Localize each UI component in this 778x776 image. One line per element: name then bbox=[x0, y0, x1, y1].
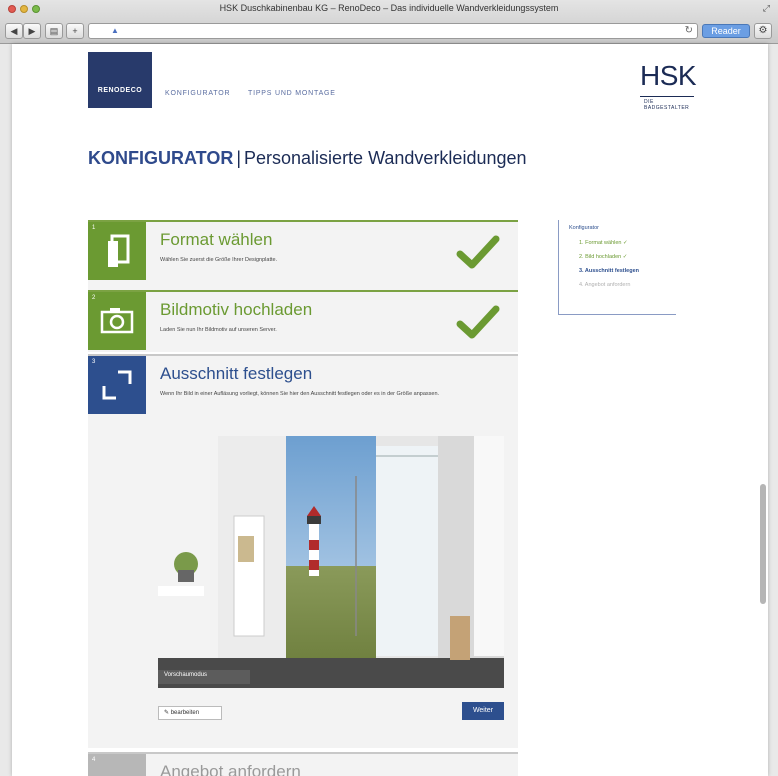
web-page: RENODECO KONFIGURATOR TIPPS UND MONTAGE … bbox=[12, 44, 768, 776]
window-title: HSK Duschkabinenbau KG – RenoDeco – Das … bbox=[219, 3, 559, 13]
reader-button[interactable]: Reader bbox=[702, 24, 750, 38]
step-number: 3 bbox=[92, 359, 96, 365]
step-description: Laden Sie nun Ihr Bildmotiv auf unseren … bbox=[160, 327, 277, 333]
site-header: RENODECO KONFIGURATOR TIPPS UND MONTAGE … bbox=[88, 52, 698, 111]
step-description: Wählen Sie zuerst die Größe Ihrer Design… bbox=[160, 257, 278, 263]
sidebar-item-bild[interactable]: 2. Bild hochladen ✓ bbox=[579, 254, 627, 260]
forward-button[interactable]: ▶ bbox=[23, 23, 41, 39]
offer-icon: 4 bbox=[88, 754, 146, 776]
add-bookmark-button[interactable]: + bbox=[66, 23, 84, 39]
step-bildmotiv[interactable]: 2 Bildmotiv hochladen Laden Sie nun Ihr … bbox=[88, 290, 518, 352]
step-title: Bildmotiv hochladen bbox=[160, 300, 313, 319]
sidebar-title: Konfigurator bbox=[569, 225, 599, 231]
progress-sidebar: Konfigurator 1. Format wählen ✓ 2. Bild … bbox=[558, 220, 676, 315]
sidebar-item-format[interactable]: 1. Format wählen ✓ bbox=[579, 240, 628, 246]
step-format[interactable]: 1 Format wählen Wählen Sie zuerst die Gr… bbox=[88, 220, 518, 290]
step-title: Ausschnitt festlegen bbox=[160, 364, 313, 383]
back-button[interactable]: ◀ bbox=[5, 23, 23, 39]
nav-konfigurator[interactable]: KONFIGURATOR bbox=[165, 90, 230, 97]
page-title-separator: | bbox=[236, 148, 242, 168]
rss-icon[interactable]: ▲ bbox=[111, 26, 119, 35]
show-tabs-button[interactable]: ▤ bbox=[45, 23, 63, 39]
preview-image[interactable]: Vorschaumodus bbox=[158, 436, 504, 688]
preview-mode-label: Vorschaumodus bbox=[164, 672, 208, 678]
address-bar[interactable]: ▲ ↻ bbox=[88, 23, 698, 39]
step-ausschnitt: 3 Ausschnitt festlegen Wenn Ihr Bild in … bbox=[88, 354, 518, 748]
sidebar-item-label: 2. Bild hochladen bbox=[579, 254, 622, 260]
vertical-scrollbar[interactable] bbox=[760, 484, 766, 604]
sidebar-item-ausschnitt[interactable]: 3. Ausschnitt festlegen bbox=[579, 268, 639, 274]
step-description: Wenn Ihr Bild in einer Aufläsung vorlieg… bbox=[160, 391, 440, 397]
page-title-rest: Personalisierte Wandverkleidungen bbox=[244, 148, 527, 168]
hsk-logo-underline bbox=[640, 96, 694, 97]
reload-icon[interactable]: ↻ bbox=[685, 25, 693, 36]
hsk-logo[interactable]: HSK bbox=[640, 60, 697, 92]
step-angebot[interactable]: 4 Angebot anfordern bbox=[88, 752, 518, 776]
sidebar-item-label: 1. Format wählen bbox=[579, 240, 622, 246]
pencil-icon: ✎ bbox=[164, 710, 170, 716]
renodeco-logo[interactable]: RENODECO bbox=[88, 52, 152, 108]
page-title: KONFIGURATOR | Personalisierte Wandverklei… bbox=[88, 148, 527, 169]
fullscreen-icon[interactable]: ⤢ bbox=[763, 3, 770, 14]
crop-icon: 3 bbox=[88, 356, 146, 414]
step-title: Angebot anfordern bbox=[160, 762, 301, 776]
edit-button[interactable]: ✎ bearbeiten bbox=[158, 706, 222, 720]
gear-icon[interactable]: ⚙ bbox=[754, 23, 772, 39]
step-number: 4 bbox=[92, 757, 96, 763]
nav-tipps-montage[interactable]: TIPPS UND MONTAGE bbox=[248, 90, 336, 97]
step-title: Format wählen bbox=[160, 230, 273, 249]
next-button[interactable]: Weiter bbox=[462, 702, 504, 720]
check-icon: ✓ bbox=[623, 240, 628, 246]
hsk-logo-subtitle: DIE BADGESTALTER bbox=[644, 99, 690, 111]
check-icon: ✓ bbox=[622, 254, 628, 260]
sidebar-item-angebot: 4. Angebot anfordern bbox=[579, 282, 631, 288]
check-icon bbox=[456, 235, 500, 269]
browser-toolbar: HSK Duschkabinenbau KG – RenoDeco – Das … bbox=[0, 0, 778, 44]
edit-button-label: bearbeiten bbox=[170, 710, 200, 716]
check-icon bbox=[456, 305, 500, 339]
step-number: 2 bbox=[92, 295, 96, 301]
camera-icon: 2 bbox=[88, 292, 146, 350]
format-icon: 1 bbox=[88, 222, 146, 280]
page-title-strong: KONFIGURATOR bbox=[88, 148, 234, 168]
step-number: 1 bbox=[92, 225, 96, 231]
